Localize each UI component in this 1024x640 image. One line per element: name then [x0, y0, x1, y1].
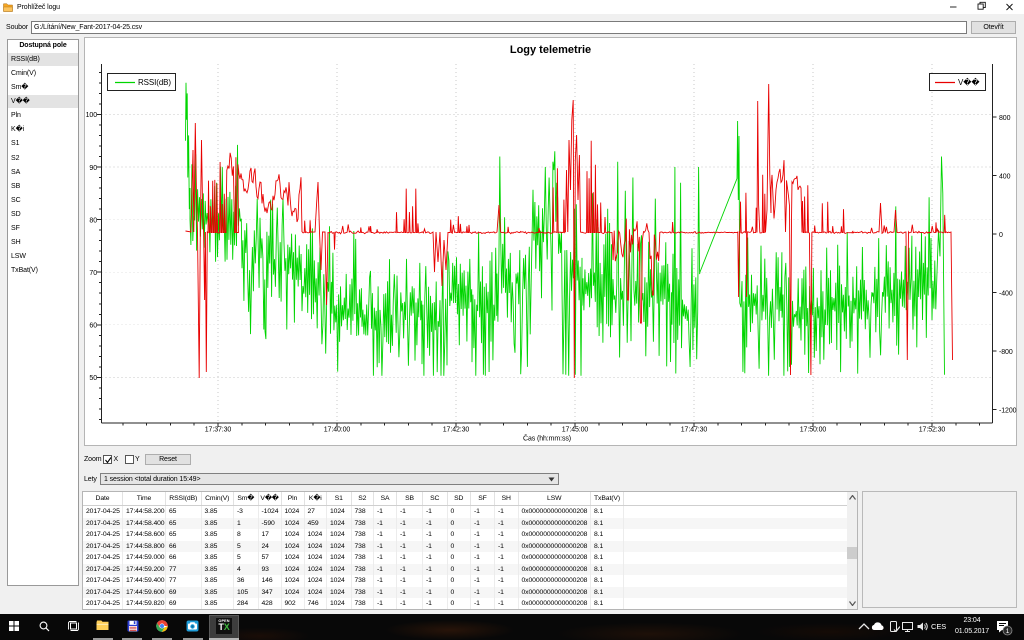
svg-text:100: 100 [86, 112, 98, 119]
svg-text:400: 400 [999, 173, 1011, 180]
svg-text:V��: V�� [958, 77, 980, 87]
svg-text:0: 0 [999, 232, 1003, 239]
svg-text:60: 60 [89, 323, 97, 330]
svg-text:17:37:30: 17:37:30 [205, 427, 232, 434]
svg-text:17:52:30: 17:52:30 [919, 427, 946, 434]
svg-text:17:47:30: 17:47:30 [681, 427, 708, 434]
svg-text:-1200: -1200 [999, 407, 1017, 414]
svg-text:Čas (hh:mm:ss): Čas (hh:mm:ss) [523, 434, 571, 443]
svg-text:17:50:00: 17:50:00 [800, 427, 827, 434]
svg-text:90: 90 [89, 165, 97, 172]
svg-text:80: 80 [89, 217, 97, 224]
svg-text:17:42:30: 17:42:30 [443, 427, 470, 434]
svg-text:800: 800 [999, 115, 1011, 122]
svg-text:-800: -800 [999, 349, 1013, 356]
svg-text:70: 70 [89, 270, 97, 277]
svg-text:RSSI(dB): RSSI(dB) [138, 78, 171, 87]
svg-text:17:40:00: 17:40:00 [324, 427, 351, 434]
svg-text:1: 1 [1006, 628, 1010, 635]
svg-text:50: 50 [89, 375, 97, 382]
svg-text:17:45:00: 17:45:00 [562, 427, 589, 434]
svg-text:-400: -400 [999, 290, 1013, 297]
